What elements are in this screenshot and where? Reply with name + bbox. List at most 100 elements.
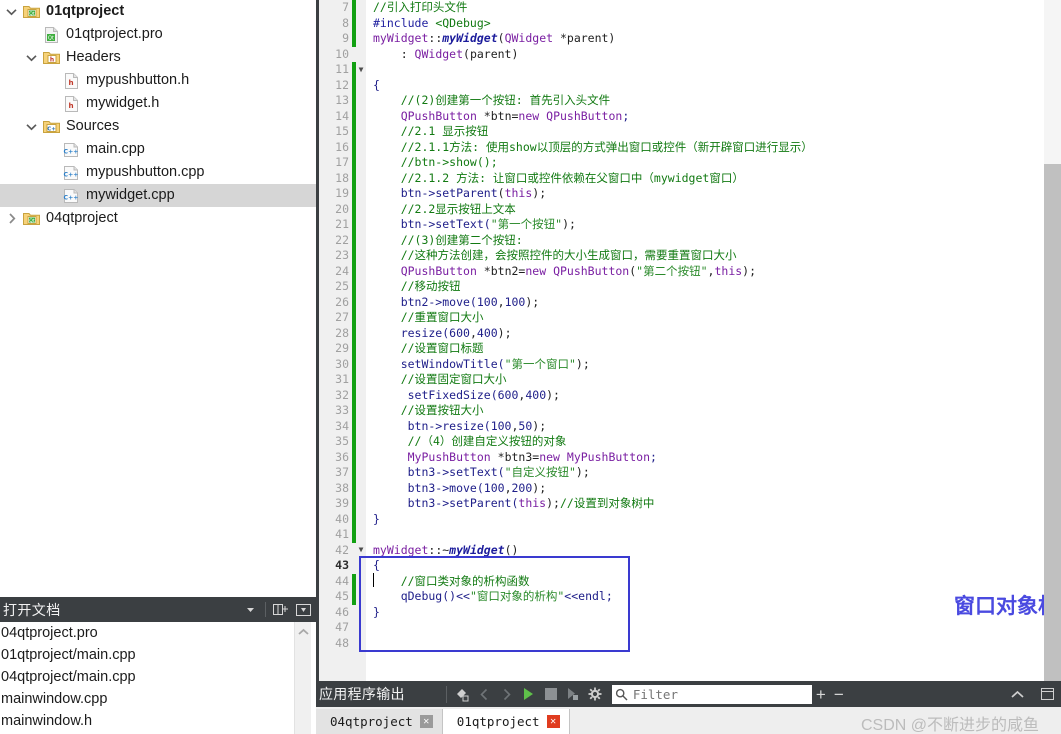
open-documents-scrollbar[interactable] <box>294 622 311 734</box>
open-document-item[interactable]: 04qtproject.pro <box>0 622 294 644</box>
code-line[interactable]: 44 //窗口类对象的析构函数 <box>316 574 1044 590</box>
code-text: //2.1 显示按钮 <box>366 124 488 140</box>
code-line[interactable]: 33 //设置按钮大小 <box>316 403 1044 419</box>
fold-collapse-icon[interactable]: ▼ <box>356 543 366 559</box>
maximize-icon[interactable] <box>1036 683 1058 705</box>
tree-item-mywidget-h[interactable]: hmywidget.h <box>0 92 316 115</box>
stop-icon[interactable] <box>540 683 562 705</box>
tree-item-01qtproject[interactable]: Qt01qtproject <box>0 0 316 23</box>
output-tab[interactable]: 01qtproject✕ <box>443 709 570 734</box>
code-line[interactable]: 26 btn2->move(100,100); <box>316 295 1044 311</box>
code-line[interactable]: 11▼ <box>316 62 1044 78</box>
tree-item-main-cpp[interactable]: C++main.cpp <box>0 138 316 161</box>
editor-scrollbar-thumb[interactable] <box>1044 0 1061 164</box>
zoom-in-button[interactable]: + <box>812 686 830 703</box>
tree-item-sources[interactable]: C+Sources <box>0 115 316 138</box>
close-icon[interactable]: ✕ <box>547 715 560 728</box>
code-line[interactable]: 14 QPushButton *btn=new QPushButton; <box>316 109 1044 125</box>
chevron-down-icon[interactable] <box>22 46 41 69</box>
code-line[interactable]: 42▼myWidget::~myWidget() <box>316 543 1044 559</box>
code-line[interactable]: 27 //重置窗口大小 <box>316 310 1044 326</box>
tree-item-mypushbutton-h[interactable]: hmypushbutton.h <box>0 69 316 92</box>
fold-spacer <box>356 140 366 156</box>
tree-item-label: mypushbutton.cpp <box>86 161 205 184</box>
code-line[interactable]: 22 //(3)创建第二个按钮: <box>316 233 1044 249</box>
code-line[interactable]: 20 //2.2显示按钮上文本 <box>316 202 1044 218</box>
code-line[interactable]: 13 //(2)创建第一个按钮: 首先引入头文件 <box>316 93 1044 109</box>
scroll-up-icon[interactable] <box>295 624 312 640</box>
code-line[interactable]: 23 //这种方法创建，会按照控件的大小生成窗口，需要重置窗口大小 <box>316 248 1044 264</box>
code-line[interactable]: 16 //2.1.1方法: 使用show以顶层的方式弹出窗口或控件（新开辟窗口进… <box>316 140 1044 156</box>
code-line[interactable]: 8#include <QDebug> <box>316 16 1044 32</box>
code-line[interactable]: 31 //设置固定窗口大小 <box>316 372 1044 388</box>
code-line[interactable]: 7//引入打印头文件 <box>316 0 1044 16</box>
code-line[interactable]: 34 btn->resize(100,50); <box>316 419 1044 435</box>
code-line[interactable]: 32 setFixedSize(600,400); <box>316 388 1044 404</box>
zoom-out-button[interactable]: − <box>830 686 848 703</box>
code-line[interactable]: 35 //（4）创建自定义按钮的对象 <box>316 434 1044 450</box>
fold-spacer <box>356 403 366 419</box>
fold-collapse-icon[interactable]: ▼ <box>356 62 366 78</box>
next-item-icon[interactable] <box>496 683 518 705</box>
code-line[interactable]: 46} <box>316 605 1044 621</box>
chevron-right-icon[interactable] <box>2 207 21 230</box>
code-text: } <box>366 512 380 528</box>
code-line[interactable]: 45 qDebug()<<"窗口对象的析构"<<endl; <box>316 589 1044 605</box>
output-filter-box[interactable] <box>612 685 812 704</box>
split-view-icon[interactable] <box>272 600 289 619</box>
code-line[interactable]: 48 <box>316 636 1044 652</box>
tree-item-mywidget-cpp[interactable]: C++mywidget.cpp <box>0 184 316 207</box>
close-icon[interactable]: ✕ <box>420 715 433 728</box>
output-filter-input[interactable] <box>631 686 801 703</box>
open-documents-list[interactable]: 04qtproject.pro01qtproject/main.cpp04qtp… <box>0 622 294 734</box>
close-panel-icon[interactable] <box>295 600 312 619</box>
chevron-down-icon[interactable] <box>2 0 21 23</box>
code-editor[interactable]: 7//引入打印头文件8#include <QDebug>9myWidget::m… <box>316 0 1044 681</box>
attach-debugger-icon[interactable] <box>562 683 584 705</box>
code-line[interactable]: 17 //btn->show(); <box>316 155 1044 171</box>
fold-spacer <box>356 465 366 481</box>
code-line[interactable]: 40} <box>316 512 1044 528</box>
code-text: //(3)创建第二个按钮: <box>366 233 523 249</box>
code-lines-container[interactable]: 7//引入打印头文件8#include <QDebug>9myWidget::m… <box>316 0 1044 651</box>
open-document-item[interactable]: 01qtproject/main.cpp <box>0 644 294 666</box>
cpp-file-icon: C++ <box>61 184 82 207</box>
code-text: setFixedSize(600,400); <box>366 388 560 404</box>
code-line[interactable]: 43{ <box>316 558 1044 574</box>
code-line[interactable]: 47 <box>316 620 1044 636</box>
tree-item-headers[interactable]: hHeaders <box>0 46 316 69</box>
code-line[interactable]: 39 btn3->setParent(this);//设置到对象树中 <box>316 496 1044 512</box>
editor-vertical-scrollbar[interactable] <box>1044 0 1061 681</box>
code-line[interactable]: 15 //2.1 显示按钮 <box>316 124 1044 140</box>
settings-gear-icon[interactable] <box>584 683 606 705</box>
tree-item-04qtproject[interactable]: Qt04qtproject <box>0 207 316 230</box>
prev-item-icon[interactable] <box>474 683 496 705</box>
chevron-down-icon[interactable] <box>22 115 41 138</box>
output-tab[interactable]: 04qtproject✕ <box>316 709 443 734</box>
code-line[interactable]: 38 btn3->move(100,200); <box>316 481 1044 497</box>
code-line[interactable]: 9myWidget::myWidget(QWidget *parent) <box>316 31 1044 47</box>
code-line[interactable]: 28 resize(600,400); <box>316 326 1044 342</box>
code-line[interactable]: 10 : QWidget(parent) <box>316 47 1044 63</box>
tree-item-01qtproject-pro[interactable]: Qt01qtproject.pro <box>0 23 316 46</box>
code-line[interactable]: 12{ <box>316 78 1044 94</box>
tree-item-mypushbutton-cpp[interactable]: C++mypushbutton.cpp <box>0 161 316 184</box>
code-line[interactable]: 24 QPushButton *btn2=new QPushButton("第二… <box>316 264 1044 280</box>
code-line[interactable]: 37 btn3->setText("自定义按钮"); <box>316 465 1044 481</box>
chevron-up-icon[interactable] <box>1006 683 1028 705</box>
project-tree[interactable]: Qt01qtprojectQt01qtproject.prohHeadershm… <box>0 0 316 597</box>
code-line[interactable]: 36 MyPushButton *btn3=new MyPushButton; <box>316 450 1044 466</box>
dropdown-arrow-icon[interactable] <box>242 600 259 619</box>
code-line[interactable]: 25 //移动按钮 <box>316 279 1044 295</box>
run-icon[interactable] <box>518 683 540 705</box>
code-line[interactable]: 21 btn->setText("第一个按钮"); <box>316 217 1044 233</box>
code-line[interactable]: 41 <box>316 527 1044 543</box>
code-line[interactable]: 30 setWindowTitle("第一个窗口"); <box>316 357 1044 373</box>
code-line[interactable]: 19 btn->setParent(this); <box>316 186 1044 202</box>
code-line[interactable]: 18 //2.1.2 方法: 让窗口或控件依赖在父窗口中（mywidget窗口） <box>316 171 1044 187</box>
clear-output-icon[interactable] <box>452 683 474 705</box>
open-document-item[interactable]: mainwindow.cpp <box>0 688 294 710</box>
code-line[interactable]: 29 //设置窗口标题 <box>316 341 1044 357</box>
open-document-item[interactable]: 04qtproject/main.cpp <box>0 666 294 688</box>
open-document-item[interactable]: mainwindow.h <box>0 710 294 732</box>
